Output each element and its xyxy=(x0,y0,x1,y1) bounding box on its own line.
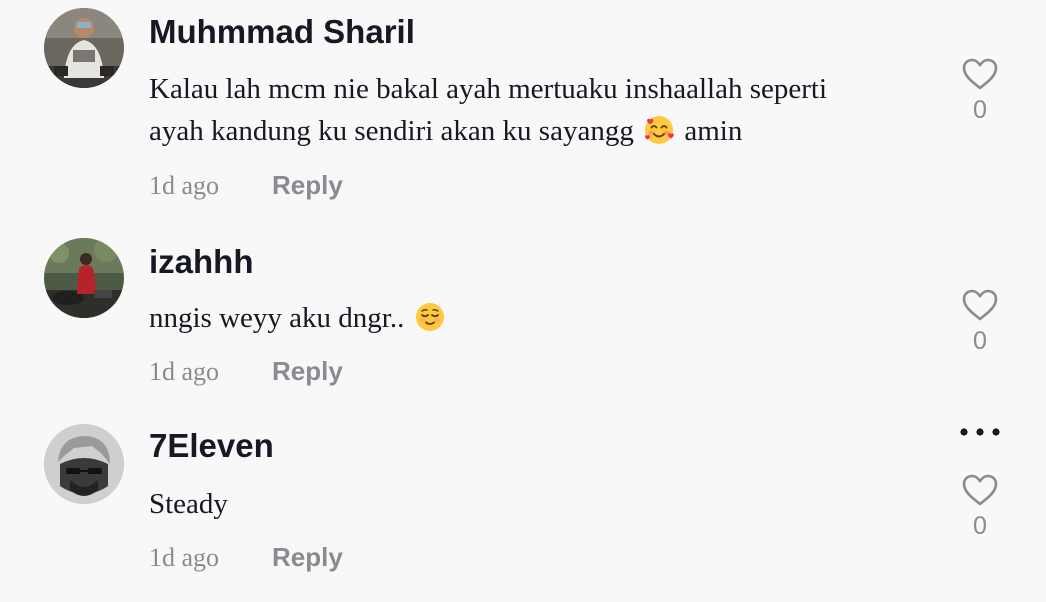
comment-timestamp: 1d ago xyxy=(149,357,220,386)
like-button[interactable]: 0 xyxy=(958,288,1002,356)
comment-text: nngis weyy aku dngr.. xyxy=(149,297,929,339)
reply-button[interactable]: Reply xyxy=(272,170,343,201)
username[interactable]: Muhmmad Sharil xyxy=(149,13,415,51)
relieved-face-icon xyxy=(414,301,446,333)
avatar[interactable] xyxy=(44,8,124,88)
username[interactable]: izahhh xyxy=(149,243,254,281)
comment-item: 7Eleven Steady 1d ago Reply 0 xyxy=(0,417,1046,602)
reply-button[interactable]: Reply xyxy=(272,356,343,387)
like-count: 0 xyxy=(973,96,987,124)
comment-text: Kalau lah mcm nie bakal ayah mertuaku in… xyxy=(149,68,929,152)
comment-meta: 1d ago Reply xyxy=(149,356,343,388)
comment-timestamp: 1d ago xyxy=(149,543,220,572)
comment-text-line: Kalau lah mcm nie bakal ayah mertuaku in… xyxy=(149,73,828,105)
avatar[interactable] xyxy=(44,238,124,318)
comment-item: Muhmmad Sharil Kalau lah mcm nie bakal a… xyxy=(0,0,1046,215)
heart-outline-icon[interactable] xyxy=(961,473,999,507)
comment-list: Muhmmad Sharil Kalau lah mcm nie bakal a… xyxy=(0,0,1046,602)
reply-button[interactable]: Reply xyxy=(272,542,343,573)
like-count: 0 xyxy=(973,512,987,540)
heart-outline-icon[interactable] xyxy=(961,288,999,322)
comment-item: izahhh nngis weyy aku dngr.. 1d ago Reply xyxy=(0,232,1046,402)
like-button[interactable]: 0 xyxy=(958,57,1002,125)
smiling-face-with-hearts-icon xyxy=(643,114,675,146)
comment-meta: 1d ago Reply xyxy=(149,542,343,574)
username[interactable]: 7Eleven xyxy=(149,427,274,465)
comment-text-line: amin xyxy=(677,115,743,147)
like-count: 0 xyxy=(973,327,987,355)
more-options-icon[interactable] xyxy=(957,423,1003,441)
like-button[interactable]: 0 xyxy=(958,473,1002,541)
avatar[interactable] xyxy=(44,424,124,504)
comment-text: Steady xyxy=(149,483,929,525)
comment-text-line: ayah kandung ku sendiri akan ku sayangg xyxy=(149,115,642,147)
comment-timestamp: 1d ago xyxy=(149,171,220,200)
comment-text-line: nngis weyy aku dngr.. xyxy=(149,302,412,334)
heart-outline-icon[interactable] xyxy=(961,57,999,91)
comment-text-line: Steady xyxy=(149,488,228,520)
comment-meta: 1d ago Reply xyxy=(149,170,343,202)
